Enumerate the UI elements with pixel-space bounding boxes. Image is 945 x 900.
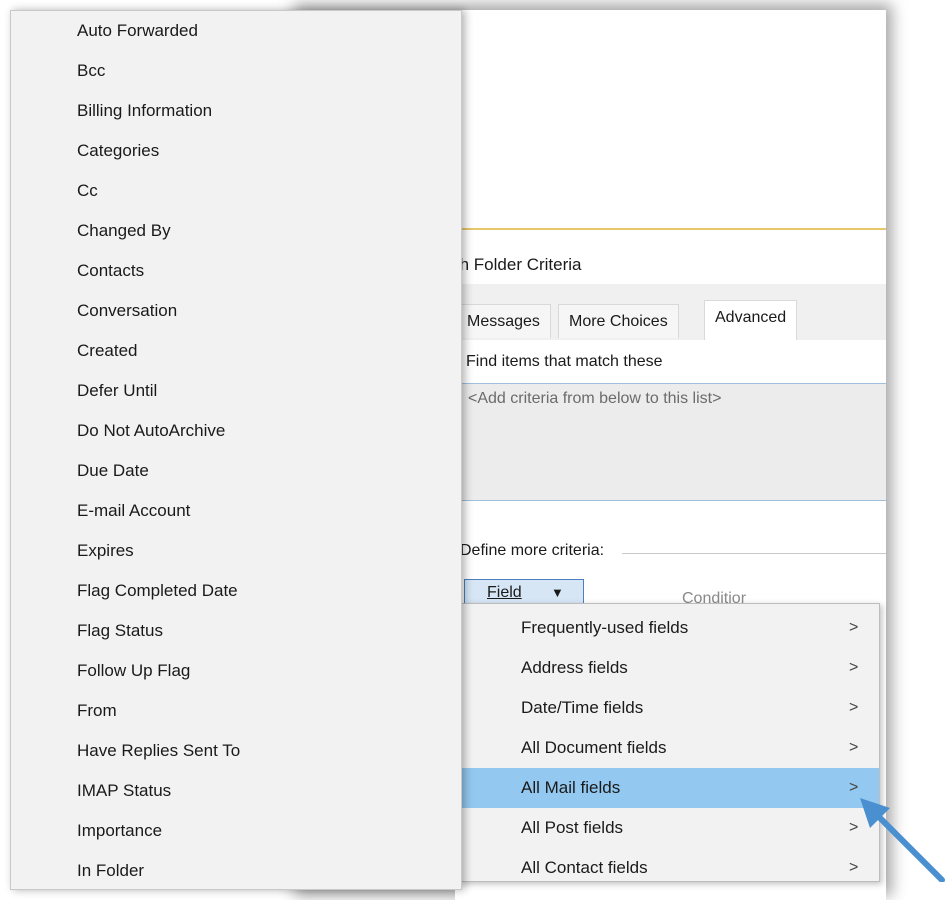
menu-item-label: All Post fields [521, 818, 624, 837]
menu-item-all-mail-fields[interactable]: All Mail fields > [461, 768, 879, 808]
field-item-imap-status[interactable]: IMAP Status [77, 771, 171, 811]
field-item-flag-status[interactable]: Flag Status [77, 611, 163, 651]
field-item-importance[interactable]: Importance [77, 811, 162, 851]
menu-item-label: Address fields [521, 658, 628, 677]
field-item-defer-until[interactable]: Defer Until [77, 371, 157, 411]
define-criteria-divider [622, 553, 886, 554]
tab-messages[interactable]: Messages [456, 304, 551, 338]
menu-item-all-post-fields[interactable]: All Post fields > [461, 808, 879, 848]
menu-item-label: Date/Time fields [521, 698, 644, 717]
tab-advanced[interactable]: Advanced [704, 300, 798, 342]
menu-item-frequently-used-fields[interactable]: Frequently-used fields > [461, 608, 879, 648]
menu-item-label: All Contact fields [521, 858, 648, 877]
mail-fields-list: Auto Forwarded Bcc Billing Information C… [10, 10, 462, 890]
menu-item-address-fields[interactable]: Address fields > [461, 648, 879, 688]
field-item-follow-up-flag[interactable]: Follow Up Flag [77, 651, 190, 691]
chevron-right-icon: > [849, 699, 859, 716]
field-item-changed-by[interactable]: Changed By [77, 211, 171, 251]
field-item-flag-completed-date[interactable]: Flag Completed Date [77, 571, 238, 611]
field-item-in-folder[interactable]: In Folder [77, 851, 144, 891]
field-item-email-account[interactable]: E-mail Account [77, 491, 190, 531]
menu-item-date-time-fields[interactable]: Date/Time fields > [461, 688, 879, 728]
field-item-categories[interactable]: Categories [77, 131, 159, 171]
field-item-due-date[interactable]: Due Date [77, 451, 149, 491]
field-item-have-replies-sent-to[interactable]: Have Replies Sent To [77, 731, 240, 771]
field-item-auto-forwarded[interactable]: Auto Forwarded [77, 11, 198, 51]
field-item-cc[interactable]: Cc [77, 171, 98, 211]
field-item-created[interactable]: Created [77, 331, 137, 371]
field-item-conversation[interactable]: Conversation [77, 291, 177, 331]
field-category-menu: Frequently-used fields > Address fields … [460, 603, 880, 882]
criteria-list[interactable]: <Add criteria from below to this list> [460, 383, 886, 501]
chevron-right-icon: > [849, 659, 859, 676]
field-item-bcc[interactable]: Bcc [77, 51, 105, 91]
field-item-from[interactable]: From [77, 691, 117, 731]
menu-item-label: Frequently-used fields [521, 618, 689, 637]
menu-item-label: All Mail fields [521, 778, 621, 797]
menu-item-all-document-fields[interactable]: All Document fields > [461, 728, 879, 768]
tab-more-choices[interactable]: More Choices [558, 304, 679, 338]
field-item-do-not-autoarchive[interactable]: Do Not AutoArchive [77, 411, 225, 451]
criteria-placeholder: <Add criteria from below to this list> [468, 390, 722, 407]
menu-item-all-contact-fields[interactable]: All Contact fields > [461, 848, 879, 888]
define-criteria-label: Define more criteria: [460, 542, 605, 559]
chevron-right-icon: > [849, 739, 859, 756]
field-item-contacts[interactable]: Contacts [77, 251, 144, 291]
field-item-expires[interactable]: Expires [77, 531, 134, 571]
field-item-billing-information[interactable]: Billing Information [77, 91, 212, 131]
find-items-label: Find items that match these [466, 353, 663, 370]
annotation-arrow-icon [860, 798, 945, 882]
menu-item-label: All Document fields [521, 738, 667, 757]
chevron-right-icon: > [849, 619, 859, 636]
